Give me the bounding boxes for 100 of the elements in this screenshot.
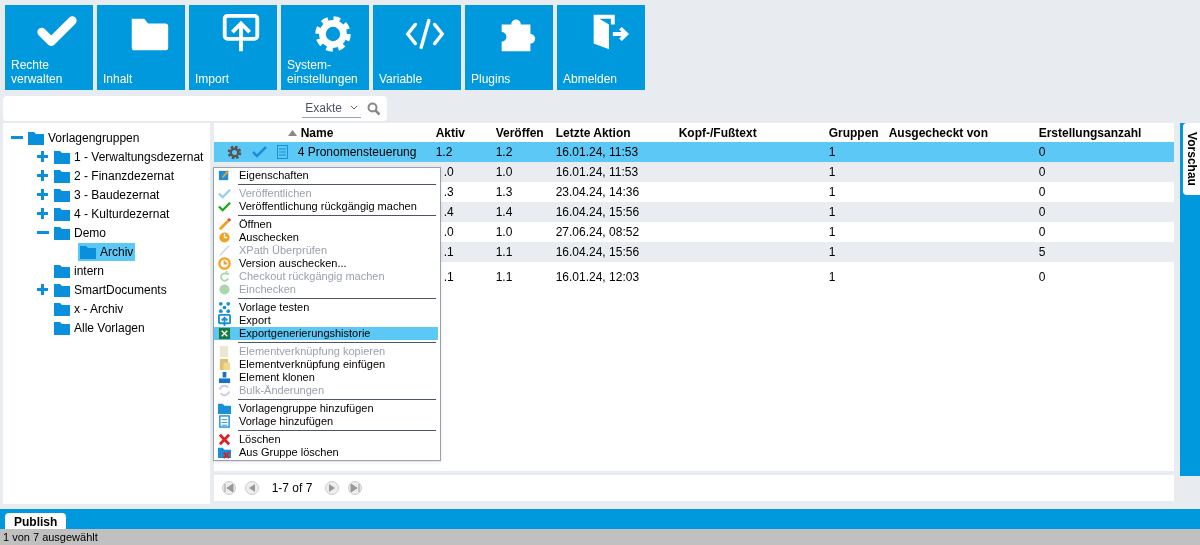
folder-icon xyxy=(28,130,44,145)
next-page-icon[interactable] xyxy=(325,481,340,495)
table-cell: 5 xyxy=(1038,245,1046,259)
folder-icon xyxy=(54,263,70,278)
table-cell: 1.1 xyxy=(495,270,513,284)
tree-item[interactable]: Demo xyxy=(52,223,108,242)
table-cell: 16.01.24, 12:03 xyxy=(555,270,640,284)
caret-icon xyxy=(350,105,358,111)
column-header[interactable]: Aktiv xyxy=(435,123,465,142)
tree-item[interactable]: 4 - Kulturdezernat xyxy=(52,204,172,223)
tree-item[interactable]: 2 - Finanzdezernat xyxy=(52,166,177,185)
tree-item[interactable]: 3 - Baudezernat xyxy=(52,185,162,204)
table-row[interactable]: 4 Pronomensteuerung 1.2 1.2 16.01.24, 11:53 1 0 xyxy=(213,142,1174,162)
menu-item[interactable]: Vorlagengruppe hinzufügen xyxy=(214,402,438,415)
table-cell: .1 xyxy=(443,270,454,284)
tree-item[interactable]: Archiv xyxy=(78,242,136,261)
document-icon xyxy=(276,145,288,159)
stamp-icon xyxy=(218,371,231,384)
table-cell: 0 xyxy=(1038,225,1046,239)
menu-item[interactable]: Auschecken xyxy=(214,231,438,244)
table-cell: .0 xyxy=(443,165,454,179)
folder-icon xyxy=(54,320,70,335)
tree-item[interactable]: SmartDocuments xyxy=(52,280,169,299)
last-page-icon[interactable] xyxy=(348,481,363,495)
tree-item[interactable]: x - Archiv xyxy=(52,299,126,318)
column-header[interactable]: Ausgecheckt von xyxy=(888,123,989,142)
circle-icon xyxy=(218,283,231,296)
tree-item[interactable]: intern xyxy=(52,261,107,280)
tree-item[interactable]: Alle Vorlagen xyxy=(52,318,147,337)
table-cell-text: 4 Pronomensteuerung xyxy=(297,144,417,161)
table-cell: 1 xyxy=(828,145,836,159)
table-cell: 1 xyxy=(828,185,836,199)
table-cell: 1.2 xyxy=(495,145,513,159)
table-cell: 1.2 xyxy=(435,145,453,159)
column-header[interactable]: Letzte Aktion xyxy=(555,123,631,142)
table-cell: 0 xyxy=(1038,205,1046,219)
tree-item[interactable]: Vorlagengruppen xyxy=(26,128,142,147)
check-icon xyxy=(251,146,267,158)
folder-icon xyxy=(218,402,231,415)
expand-icon[interactable] xyxy=(37,284,48,295)
expand-icon[interactable] xyxy=(37,170,48,181)
table-cell: 1.0 xyxy=(495,225,513,239)
collapse-icon[interactable] xyxy=(36,230,49,235)
menu-item[interactable]: Eigenschaften xyxy=(214,169,438,182)
table-cell: 1 xyxy=(828,270,836,284)
table-cell: 16.01.24, 11:53 xyxy=(555,145,639,159)
collapse-icon[interactable] xyxy=(10,135,23,140)
menu-item[interactable]: Exportgenerierungshistorie xyxy=(214,327,438,340)
table-cell: 16.01.24, 11:53 xyxy=(555,165,639,179)
previous-page-icon[interactable] xyxy=(244,481,259,495)
folder-icon xyxy=(54,206,70,221)
tab[interactable]: Publish xyxy=(5,512,67,529)
folder-icon xyxy=(80,244,96,259)
document-icon xyxy=(218,345,231,358)
table-cell: 16.04.24, 15:56 xyxy=(555,205,640,219)
table-cell: 27.06.24, 08:52 xyxy=(555,225,640,239)
table-cell: 1.3 xyxy=(495,185,513,199)
expand-icon[interactable] xyxy=(37,151,48,162)
search-field[interactable]: Exakte xyxy=(3,96,387,121)
table-cell: .4 xyxy=(443,205,454,219)
pencil-icon xyxy=(218,218,231,231)
mode-dropdown[interactable]: Exakte xyxy=(302,99,361,118)
spreadsheet-icon xyxy=(218,327,231,340)
column-header[interactable]: Erstellungsanzahl xyxy=(1038,123,1142,142)
tree-item[interactable]: 1 - Verwaltungsdezernat xyxy=(52,147,206,166)
menu-item[interactable]: Vorlage hinzufügen xyxy=(214,415,438,428)
expand-icon[interactable] xyxy=(37,208,48,219)
folder-icon xyxy=(54,282,70,297)
menu-item[interactable]: Vorlage testen xyxy=(214,301,438,314)
column-header[interactable]: Kopf-/Fußtext xyxy=(678,123,757,142)
edit-icon xyxy=(218,169,231,182)
table-cell: .1 xyxy=(443,245,454,259)
search-icon[interactable] xyxy=(367,101,381,116)
sort-ascending-icon xyxy=(287,129,297,136)
check-icon xyxy=(218,187,231,200)
menu-item[interactable]: Aus Gruppe löschen xyxy=(214,446,438,459)
column-header[interactable]: Veröffen xyxy=(495,123,544,142)
menu-item[interactable]: Löschen xyxy=(214,433,438,446)
column-header[interactable]: Gruppen xyxy=(828,123,879,142)
table-cell: 16.04.24, 15:56 xyxy=(555,245,640,259)
status-text: 1 von 7 ausgewählt xyxy=(3,529,98,545)
settings-icon[interactable] xyxy=(226,144,242,160)
table-cell: 1 xyxy=(828,165,836,179)
table-cell: 1.1 xyxy=(495,245,513,259)
menu-item[interactable]: Element klonen xyxy=(214,371,438,384)
first-page-icon[interactable] xyxy=(221,481,236,495)
paste-icon xyxy=(218,358,231,371)
column-header[interactable]: Name xyxy=(300,123,334,142)
check-icon xyxy=(218,200,231,213)
folder-icon xyxy=(54,187,70,202)
menu-item[interactable]: Elementverknüpfung einfügen xyxy=(214,358,438,371)
table-cell: 1 xyxy=(828,245,836,259)
preview-tab[interactable]: Vorschau xyxy=(1183,123,1200,195)
table-cell: .3 xyxy=(443,185,454,199)
page-range: 1-7 of 7 xyxy=(270,480,314,497)
close-icon xyxy=(218,433,231,446)
menu-item[interactable]: Export xyxy=(214,314,438,327)
undo-icon xyxy=(218,270,231,283)
menu-item[interactable]: Veröffentlichung rückgängig machen xyxy=(214,200,438,213)
expand-icon[interactable] xyxy=(37,189,48,200)
